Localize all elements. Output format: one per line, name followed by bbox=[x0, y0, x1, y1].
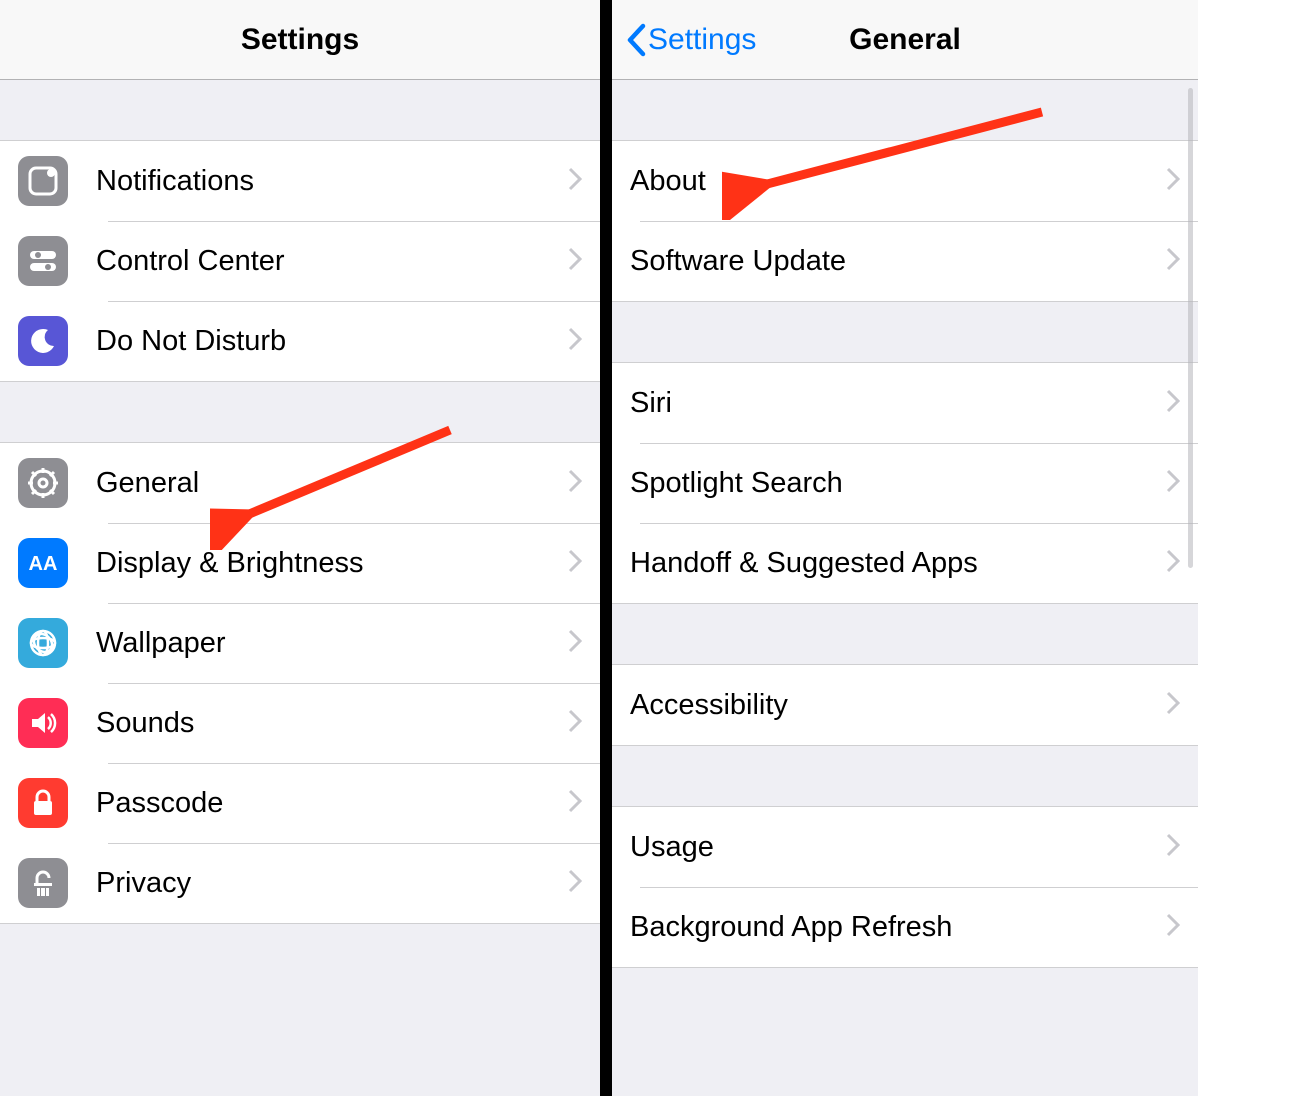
row-label: Spotlight Search bbox=[630, 467, 1166, 500]
pane-divider bbox=[600, 0, 612, 1096]
general-row-bg-refresh[interactable]: Background App Refresh bbox=[612, 887, 1198, 967]
chevron-right-icon bbox=[568, 247, 582, 276]
display-icon: AA bbox=[18, 538, 68, 588]
settings-group-2: General AA Display & Brightness Wallpap bbox=[0, 442, 600, 924]
row-label: About bbox=[630, 165, 1166, 198]
chevron-right-icon bbox=[568, 327, 582, 356]
do-not-disturb-icon bbox=[18, 316, 68, 366]
gear-icon bbox=[18, 458, 68, 508]
control-center-icon bbox=[18, 236, 68, 286]
section-gap bbox=[612, 604, 1198, 664]
chevron-right-icon bbox=[568, 167, 582, 196]
row-label: Control Center bbox=[96, 245, 568, 278]
row-label: Do Not Disturb bbox=[96, 325, 568, 358]
row-label: Sounds bbox=[96, 707, 568, 740]
general-row-usage[interactable]: Usage bbox=[612, 807, 1198, 887]
row-label: Wallpaper bbox=[96, 627, 568, 660]
general-row-siri[interactable]: Siri bbox=[612, 363, 1198, 443]
row-label: Accessibility bbox=[630, 689, 1166, 722]
back-label: Settings bbox=[648, 23, 756, 57]
settings-navbar: Settings bbox=[0, 0, 600, 80]
section-gap bbox=[612, 302, 1198, 362]
settings-row-notifications[interactable]: Notifications bbox=[0, 141, 600, 221]
wallpaper-icon bbox=[18, 618, 68, 668]
row-label: General bbox=[96, 467, 568, 500]
settings-row-general[interactable]: General bbox=[0, 443, 600, 523]
back-button[interactable]: Settings bbox=[626, 23, 756, 57]
scrollbar[interactable] bbox=[1188, 88, 1193, 568]
settings-title: Settings bbox=[241, 23, 359, 57]
chevron-right-icon bbox=[568, 709, 582, 738]
section-gap bbox=[0, 382, 600, 442]
chevron-right-icon bbox=[1166, 469, 1180, 498]
settings-row-privacy[interactable]: Privacy bbox=[0, 843, 600, 923]
row-label: Usage bbox=[630, 831, 1166, 864]
chevron-right-icon bbox=[1166, 389, 1180, 418]
general-group-4: Usage Background App Refresh bbox=[612, 806, 1198, 968]
general-title: General bbox=[849, 23, 961, 57]
row-label: Siri bbox=[630, 387, 1166, 420]
row-label: Display & Brightness bbox=[96, 547, 568, 580]
general-pane: Settings General About Software Update S… bbox=[612, 0, 1198, 1096]
sounds-icon bbox=[18, 698, 68, 748]
settings-row-sounds[interactable]: Sounds bbox=[0, 683, 600, 763]
chevron-left-icon bbox=[626, 23, 646, 57]
chevron-right-icon bbox=[1166, 549, 1180, 578]
general-group-3: Accessibility bbox=[612, 664, 1198, 746]
row-label: Notifications bbox=[96, 165, 568, 198]
settings-pane: Settings Notifications Control Center bbox=[0, 0, 600, 1096]
row-label: Background App Refresh bbox=[630, 911, 1166, 944]
svg-text:AA: AA bbox=[29, 553, 58, 575]
section-gap bbox=[0, 80, 600, 140]
row-label: Software Update bbox=[630, 245, 1166, 278]
general-group-1: About Software Update bbox=[612, 140, 1198, 302]
settings-row-passcode[interactable]: Passcode bbox=[0, 763, 600, 843]
chevron-right-icon bbox=[1166, 167, 1180, 196]
settings-row-do-not-disturb[interactable]: Do Not Disturb bbox=[0, 301, 600, 381]
settings-group-1: Notifications Control Center Do Not Di bbox=[0, 140, 600, 382]
section-gap bbox=[612, 746, 1198, 806]
chevron-right-icon bbox=[568, 789, 582, 818]
row-label: Passcode bbox=[96, 787, 568, 820]
chevron-right-icon bbox=[1166, 247, 1180, 276]
general-navbar: Settings General bbox=[612, 0, 1198, 80]
general-row-software-update[interactable]: Software Update bbox=[612, 221, 1198, 301]
chevron-right-icon bbox=[568, 549, 582, 578]
chevron-right-icon bbox=[1166, 691, 1180, 720]
section-gap bbox=[612, 80, 1198, 140]
chevron-right-icon bbox=[568, 469, 582, 498]
settings-row-display[interactable]: AA Display & Brightness bbox=[0, 523, 600, 603]
settings-row-control-center[interactable]: Control Center bbox=[0, 221, 600, 301]
notifications-icon bbox=[18, 156, 68, 206]
chevron-right-icon bbox=[1166, 833, 1180, 862]
general-row-spotlight[interactable]: Spotlight Search bbox=[612, 443, 1198, 523]
general-group-2: Siri Spotlight Search Handoff & Suggeste… bbox=[612, 362, 1198, 604]
general-row-handoff[interactable]: Handoff & Suggested Apps bbox=[612, 523, 1198, 603]
row-label: Handoff & Suggested Apps bbox=[630, 547, 1166, 580]
passcode-icon bbox=[18, 778, 68, 828]
general-row-accessibility[interactable]: Accessibility bbox=[612, 665, 1198, 745]
settings-row-wallpaper[interactable]: Wallpaper bbox=[0, 603, 600, 683]
privacy-icon bbox=[18, 858, 68, 908]
chevron-right-icon bbox=[568, 629, 582, 658]
chevron-right-icon bbox=[1166, 913, 1180, 942]
chevron-right-icon bbox=[568, 869, 582, 898]
row-label: Privacy bbox=[96, 867, 568, 900]
general-row-about[interactable]: About bbox=[612, 141, 1198, 221]
